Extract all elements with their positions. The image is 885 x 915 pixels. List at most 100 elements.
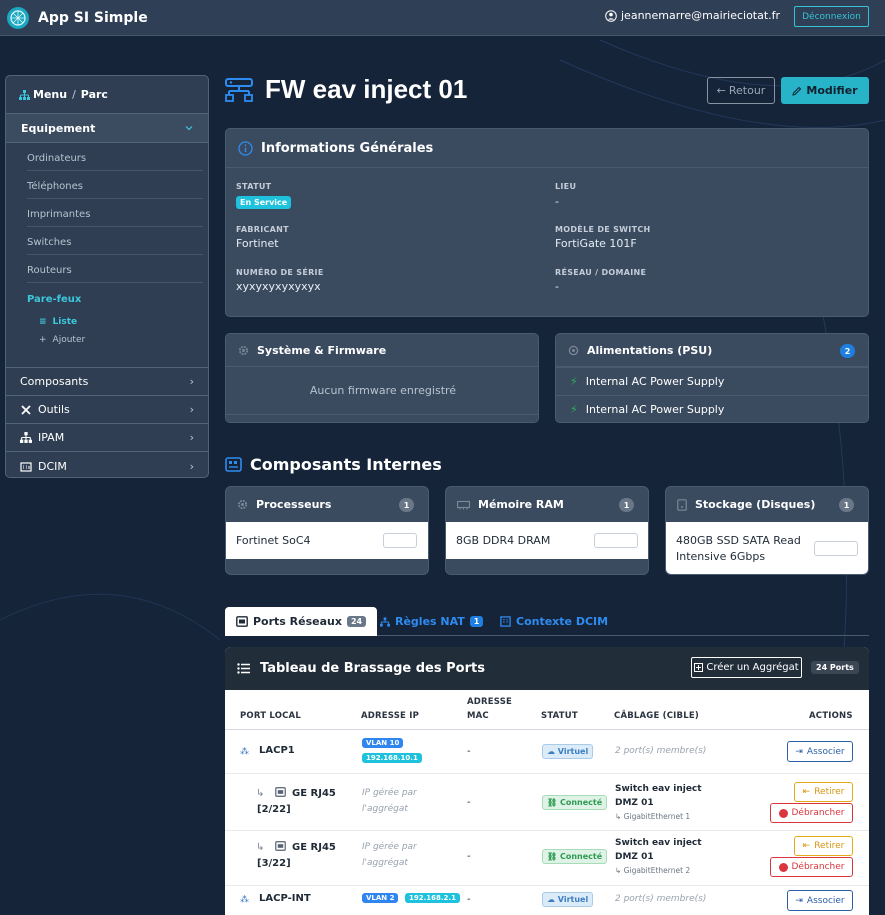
ethernet-port-icon	[275, 787, 286, 800]
column-header-ip: ADRESSE IP	[361, 711, 420, 721]
field-value-serie: xyxyxyxyxyxyx	[236, 280, 321, 293]
target-interface-label: GigabitEthernet 2	[623, 866, 691, 875]
sidebar-item-composants[interactable]: Composants ›	[6, 368, 208, 396]
edit-button[interactable]: Modifier	[781, 77, 869, 104]
user-menu[interactable]: jeannemarre@mairieciotat.fr	[605, 9, 780, 22]
sidebar-leaf-ajouter[interactable]: + Ajouter	[39, 335, 85, 345]
component-action-box[interactable]	[383, 533, 417, 548]
field-value-modele: FortiGate 101F	[555, 237, 637, 250]
psu-item-label: Internal AC Power Supply	[585, 375, 725, 388]
ports-table: Tableau de Brassage des Ports Créer un A…	[225, 647, 869, 915]
create-aggregate-label: Créer un Aggrégat	[706, 662, 799, 673]
tab-label: Règles NAT	[395, 615, 465, 628]
sidebar-item-label: Outils	[38, 403, 70, 416]
row-divider	[225, 830, 869, 831]
user-email: jeannemarre@mairieciotat.fr	[621, 9, 781, 22]
sidebar-link-ordinateurs[interactable]: Ordinateurs	[27, 147, 203, 171]
column-header-status: STATUT	[541, 711, 578, 721]
tab-contexte-dcim[interactable]: Contexte DCIM	[500, 607, 608, 636]
link-icon: ⛓	[547, 798, 558, 807]
components-heading: Composants Internes	[225, 455, 442, 474]
action-label: Retirer	[814, 787, 845, 797]
stop-icon	[778, 862, 788, 872]
logout-button[interactable]: Déconnexion	[794, 6, 869, 27]
ethernet-port-icon	[236, 616, 248, 627]
component-item-label: 8GB DDR4 DRAM	[456, 534, 551, 547]
ports-table-title: Tableau de Brassage des Ports	[260, 661, 485, 676]
chevron-down-icon	[185, 126, 193, 131]
user-circle-icon	[605, 9, 617, 22]
tab-label: Contexte DCIM	[516, 615, 609, 628]
status-badge: ☁ Virtuel	[542, 744, 594, 759]
tab-regles-nat[interactable]: Règles NAT 1	[380, 607, 484, 636]
sidebar: Menu / Parc Equipement Ordinateurs Télép…	[5, 75, 209, 478]
firewall-network-icon	[225, 77, 253, 102]
mac-value: -	[467, 851, 471, 862]
sidebar-link-telephones[interactable]: Téléphones	[27, 175, 203, 199]
unplug-button[interactable]: Débrancher	[770, 803, 853, 823]
top-bar: App SI Simple jeannemarre@mairieciotat.f…	[0, 0, 885, 36]
ip-note-line1: IP gérée par	[362, 788, 417, 798]
sidebar-link-pare-feux[interactable]: Pare-feux	[27, 287, 203, 311]
psu-item: ⚡ Internal AC Power Supply	[556, 367, 868, 395]
sidebar-section-equipement[interactable]: Equipement	[6, 114, 208, 143]
target-interface-label: GigabitEthernet 1	[623, 812, 691, 821]
associate-button[interactable]: ⇥ Associer	[787, 890, 853, 911]
action-label: Retirer	[814, 841, 845, 851]
status-label: Connecté	[559, 798, 603, 807]
sidebar-item-dcim[interactable]: DCIM ›	[6, 452, 208, 480]
general-info-card: Informations Générales STATUT En Service…	[225, 128, 869, 317]
vlan-badge: VLAN 10	[362, 738, 404, 748]
pencil-icon	[792, 86, 802, 96]
sign-in-icon: ⇥	[795, 746, 803, 757]
field-value-lieu: -	[555, 195, 559, 208]
remove-button[interactable]: ⇤ Retirer	[794, 782, 853, 802]
sidebar-item-outils[interactable]: Outils ›	[6, 396, 208, 424]
component-count-badge: 1	[399, 498, 414, 512]
general-info-header: Informations Générales	[226, 129, 868, 168]
tab-ports-reseaux[interactable]: Ports Réseaux 24	[225, 607, 378, 636]
unplug-button[interactable]: Débrancher	[770, 857, 853, 877]
sidebar-link-imprimantes[interactable]: Imprimantes	[27, 203, 203, 227]
associate-button[interactable]: ⇥ Associer	[787, 741, 853, 762]
ports-table-header: Tableau de Brassage des Ports Créer un A…	[225, 647, 869, 690]
field-label-statut: STATUT	[236, 182, 272, 191]
sidebar-leaf-label: Ajouter	[52, 335, 86, 345]
sign-out-icon: ⇤	[802, 841, 811, 851]
breadcrumb-root[interactable]: Menu	[33, 88, 67, 101]
status-badge: ⛓ Connecté	[542, 795, 608, 810]
sitemap-icon	[19, 89, 30, 100]
component-card-header: Processeurs 1	[226, 487, 428, 522]
plus-square-icon	[694, 663, 704, 672]
sidebar-item-ipam[interactable]: IPAM ›	[6, 424, 208, 452]
component-card-title: Processeurs	[256, 498, 332, 511]
target-device-line2: DMZ 01	[615, 798, 654, 808]
component-item-label-line2: Intensive 6Gbps	[676, 550, 766, 563]
edit-button-label: Modifier	[806, 84, 858, 97]
child-arrow-icon: ↳	[256, 788, 265, 799]
psu-count-badge: 2	[840, 344, 855, 358]
building-icon	[500, 616, 511, 627]
stop-icon	[778, 808, 788, 818]
back-button[interactable]: ← Retour	[707, 77, 775, 104]
header-divider	[225, 729, 869, 730]
sidebar-leaf-liste[interactable]: ≡ Liste	[39, 317, 77, 327]
column-header-mac-line1: ADRESSE	[467, 697, 513, 707]
create-aggregate-button[interactable]: Créer un Aggrégat	[691, 657, 802, 678]
component-action-box[interactable]	[814, 541, 858, 556]
remove-button[interactable]: ⇤ Retirer	[794, 836, 853, 856]
page-title: FW eav inject 01	[265, 74, 468, 104]
general-info-title: Informations Générales	[261, 140, 434, 156]
sidebar-link-switches[interactable]: Switches	[27, 231, 203, 255]
component-card-title: Stockage (Disques)	[695, 498, 816, 511]
status-label: Connecté	[559, 852, 603, 861]
app-title: App SI Simple	[38, 9, 148, 26]
sidebar-link-routeurs[interactable]: Routeurs	[27, 259, 203, 283]
field-label-modele: MODÈLE DE SWITCH	[555, 225, 651, 234]
tools-icon	[21, 404, 31, 415]
breadcrumb-separator: /	[72, 88, 76, 101]
component-action-box[interactable]	[594, 533, 638, 548]
chevron-right-icon: ›	[189, 431, 194, 444]
column-header-port: PORT LOCAL	[240, 711, 301, 721]
breadcrumb-current: Parc	[80, 88, 108, 101]
